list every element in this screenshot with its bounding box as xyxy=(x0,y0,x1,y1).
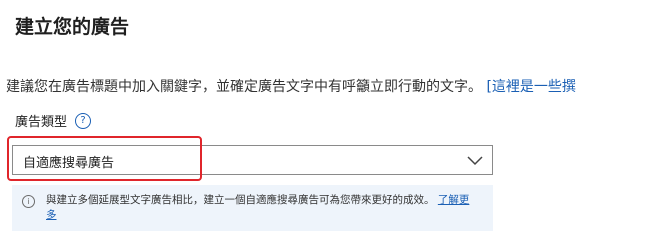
help-icon[interactable]: ? xyxy=(75,112,92,129)
info-box: i 與建立多個延展型文字廣告相比，建立一個自適應搜尋廣告可為您帶來更好的成效。 … xyxy=(12,185,493,231)
ad-type-label-row: 廣告類型 ? xyxy=(15,111,92,130)
ad-creation-panel: 建立您的廣告 建議您在廣告標題中加入關鍵字，並確定廣告文字中有呼籲立即行動的文字… xyxy=(0,0,662,252)
info-icon: i xyxy=(22,195,35,208)
info-text: 與建立多個延展型文字廣告相比，建立一個自適應搜尋廣告可為您帶來更好的成效。 了解… xyxy=(46,193,476,223)
page-title: 建立您的廣告 xyxy=(15,16,130,38)
description: 建議您在廣告標題中加入關鍵字，並確定廣告文字中有呼籲立即行動的文字。 [這裡是一… xyxy=(6,76,576,96)
description-link[interactable]: [這裡是一些撰 xyxy=(486,79,575,95)
chevron-down-icon xyxy=(467,156,483,166)
info-message: 與建立多個延展型文字廣告相比，建立一個自適應搜尋廣告可為您帶來更好的成效。 xyxy=(46,194,438,206)
ad-type-label: 廣告類型 xyxy=(15,115,68,130)
ad-type-select[interactable]: 自適應搜尋廣告 xyxy=(12,145,493,175)
ad-type-selected-value: 自適應搜尋廣告 xyxy=(23,156,115,171)
description-text: 建議您在廣告標題中加入關鍵字，並確定廣告文字中有呼籲立即行動的文字。 xyxy=(6,79,487,95)
